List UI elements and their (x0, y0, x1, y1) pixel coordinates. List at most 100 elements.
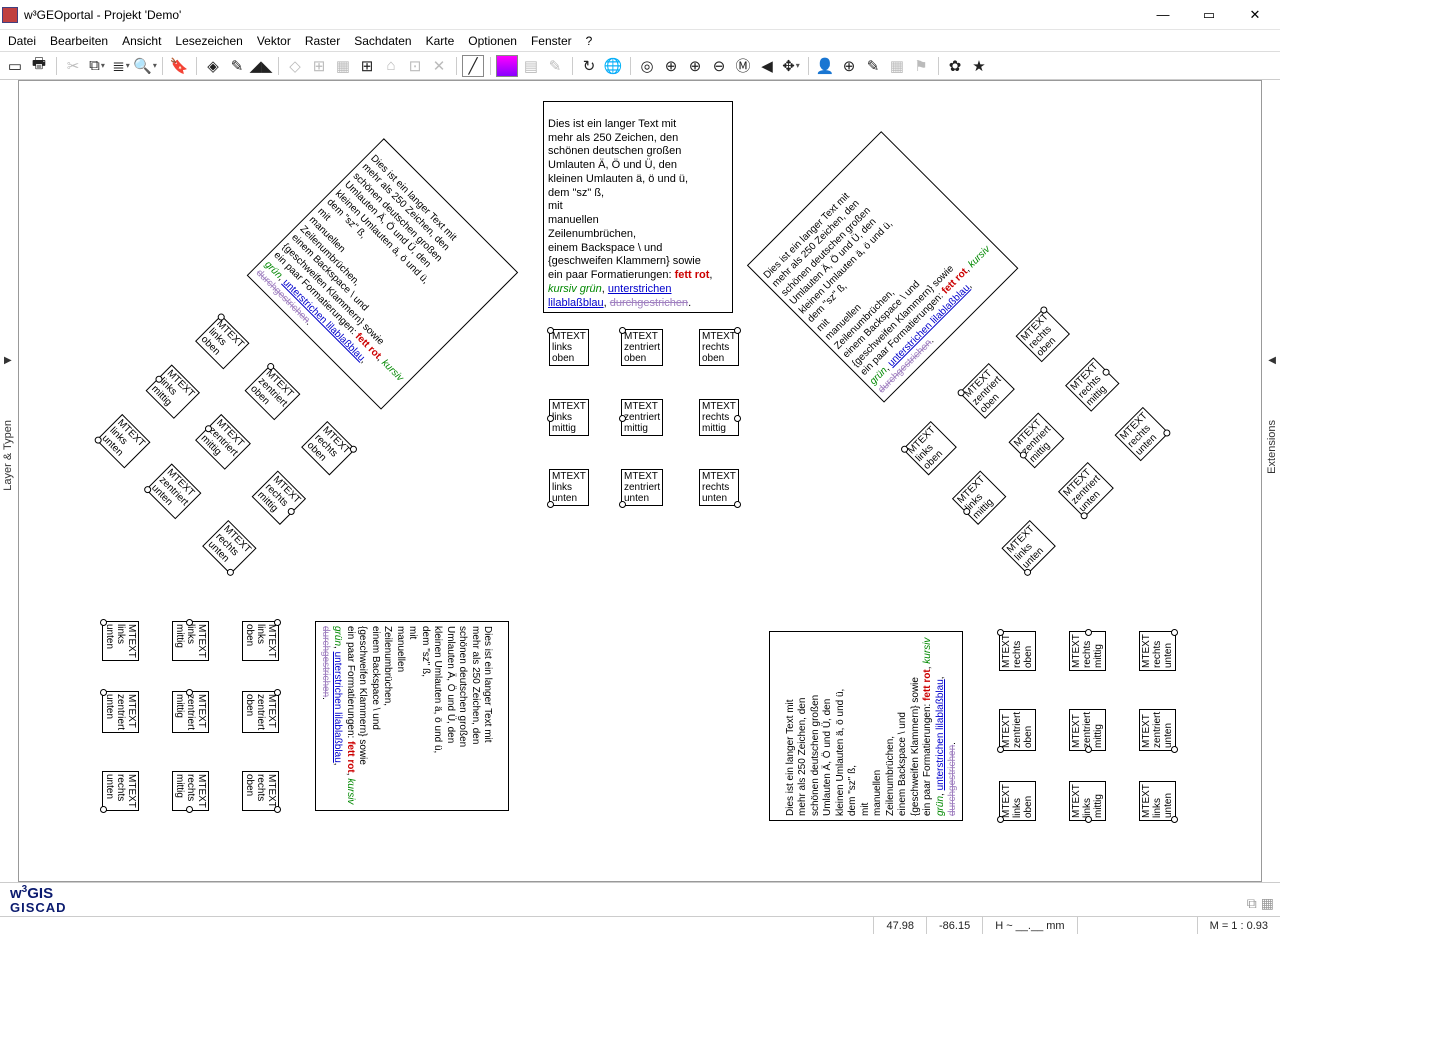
mtext-box[interactable]: MTEXT rechts mittig (172, 771, 209, 811)
menu-raster[interactable]: Raster (305, 34, 340, 48)
window-tile-icon[interactable]: ▦ (1261, 895, 1274, 912)
paragraph-0deg[interactable]: Dies ist ein langer Text mit mehr als 25… (543, 101, 733, 313)
menu-ansicht[interactable]: Ansicht (122, 34, 161, 48)
person-icon[interactable]: 👤 (814, 55, 836, 77)
panel-layer-typen[interactable]: Layer & Typen (2, 420, 14, 491)
mtext-box[interactable]: MTEXT links oben (902, 421, 956, 475)
star-icon[interactable]: ★ (968, 55, 990, 77)
target-icon[interactable]: ◎ (636, 55, 658, 77)
mtext-box[interactable]: MTEXT rechts oben (242, 771, 279, 811)
layers-icon[interactable]: ◈ (202, 55, 224, 77)
m-icon[interactable]: Ⓜ (732, 55, 754, 77)
mtext-box[interactable]: MTEXT links unten (1001, 520, 1055, 574)
tool2-icon[interactable]: ⊞ (308, 55, 330, 77)
menu-lesezeichen[interactable]: Lesezeichen (175, 34, 242, 48)
edit-icon[interactable]: ✎ (226, 55, 248, 77)
mtext-zentriert-unten[interactable]: MTEXT zentriert unten (621, 469, 663, 506)
mtext-links-mittig[interactable]: MTEXT links mittig (549, 399, 589, 436)
refresh-icon[interactable]: ↻ (578, 55, 600, 77)
compass-icon[interactable]: ⊕ (838, 55, 860, 77)
mtext-box[interactable]: MTEXT links unten (96, 414, 150, 468)
mtext-box[interactable]: MTEXT zentriert oben (959, 363, 1015, 419)
flag-icon[interactable]: ⚑ (910, 55, 932, 77)
mtext-box[interactable]: MTEXT rechts unten (1139, 631, 1176, 671)
mtext-box[interactable]: MTEXT links mittig (146, 364, 200, 418)
mtext-box[interactable]: MTEXT zentriert unten (1058, 462, 1114, 518)
mtext-box[interactable]: MTEXT zentriert oben (242, 691, 279, 733)
menu-datei[interactable]: Datei (8, 34, 36, 48)
tool5-icon[interactable]: ✕ (428, 55, 450, 77)
mtext-box[interactable]: MTEXT links unten (102, 621, 139, 661)
paragraph-45deg-left[interactable]: Dies ist ein langer Text mit mehr als 25… (247, 138, 518, 409)
mtext-box[interactable]: MTEXT zentriert unten (1139, 709, 1176, 751)
maximize-button[interactable]: ▭ (1186, 0, 1232, 30)
hatch-icon[interactable]: ▤ (520, 55, 542, 77)
mtext-box[interactable]: MTEXT zentriert mittig (1069, 709, 1106, 751)
menu-vektor[interactable]: Vektor (257, 34, 291, 48)
mtext-box[interactable]: MTEXT zentriert unten (102, 691, 139, 733)
grid-icon[interactable]: ⊞ (356, 55, 378, 77)
left-icon[interactable]: ◀ (756, 55, 778, 77)
search-icon[interactable]: 🔍▾ (134, 55, 156, 77)
minimize-button[interactable]: — (1140, 0, 1186, 30)
menu-karte[interactable]: Karte (426, 34, 455, 48)
mtext-zentriert-oben[interactable]: MTEXT zentriert oben (621, 329, 663, 366)
globe-icon[interactable]: 🌐 (602, 55, 624, 77)
minus-icon[interactable]: ⊖ (708, 55, 730, 77)
plus-icon[interactable]: ⊕ (684, 55, 706, 77)
settings-icon[interactable]: ✿ (944, 55, 966, 77)
menu-optionen[interactable]: Optionen (468, 34, 517, 48)
color-icon[interactable] (496, 55, 518, 77)
menu-sachdaten[interactable]: Sachdaten (354, 34, 411, 48)
mtext-box[interactable]: MTEXT rechts unten (202, 520, 256, 574)
mtext-box[interactable]: MTEXT links mittig (172, 621, 209, 661)
terrain-icon[interactable]: ◢◣ (250, 55, 272, 77)
mtext-box[interactable]: MTEXT links unten (1139, 781, 1176, 821)
brush-icon[interactable]: ✎ (544, 55, 566, 77)
mtext-box[interactable]: MTEXT links mittig (1069, 781, 1106, 821)
new-icon[interactable]: ▭ (4, 55, 26, 77)
paragraph-45deg-right[interactable]: Dies ist ein langer Text mit mehr als 25… (747, 131, 1018, 402)
copy-icon[interactable]: ⧉▾ (86, 55, 108, 77)
window-split-icon[interactable]: ⧉ (1247, 895, 1257, 912)
mtext-box[interactable]: MTEXT rechts unten (102, 771, 139, 811)
panel-extensions[interactable]: Extensions (1266, 420, 1278, 474)
bookmark-icon[interactable]: 🔖 (168, 55, 190, 77)
expand-right-icon[interactable]: ◀ (1268, 355, 1276, 366)
menu-bearbeiten[interactable]: Bearbeiten (50, 34, 108, 48)
mtext-rechts-oben[interactable]: MTEXT rechts oben (699, 329, 739, 366)
mtext-box[interactable]: MTEXT rechts mittig (252, 470, 306, 524)
mtext-box[interactable]: MTEXT zentriert mittig (172, 691, 209, 733)
home-icon[interactable]: ⌂ (380, 55, 402, 77)
close-button[interactable]: ✕ (1232, 0, 1278, 30)
tool4-icon[interactable]: ⊡ (404, 55, 426, 77)
cut-icon[interactable]: ✂ (62, 55, 84, 77)
mtext-box[interactable]: MTEXT rechts mittig (1069, 631, 1106, 671)
mtext-links-unten[interactable]: MTEXT links unten (549, 469, 589, 506)
mtext-zentriert-mittig[interactable]: MTEXT zentriert mittig (621, 399, 663, 436)
menu-help[interactable]: ? (586, 34, 593, 48)
pen2-icon[interactable]: ✎ (862, 55, 884, 77)
paragraph-90deg-left[interactable]: Dies ist ein langer Text mit mehr als 25… (316, 621, 510, 811)
mtext-box[interactable]: MTEXT zentriert oben (245, 364, 301, 420)
mtext-box[interactable]: MTEXT zentriert mittig (1008, 412, 1064, 468)
expand-left-icon[interactable]: ▶ (4, 355, 12, 366)
mtext-box[interactable]: MTEXT rechts unten (1115, 407, 1169, 461)
pan-icon[interactable]: ✥▾ (780, 55, 802, 77)
paragraph-90deg-right[interactable]: Dies ist ein langer Text mit mehr als 25… (769, 631, 963, 821)
tool1-icon[interactable]: ◇ (284, 55, 306, 77)
mtext-box[interactable]: MTEXT links oben (999, 781, 1036, 821)
mtext-links-oben[interactable]: MTEXT links oben (549, 329, 589, 366)
mtext-box[interactable]: MTEXT rechts oben (301, 421, 355, 475)
table-icon[interactable]: ▦ (886, 55, 908, 77)
print-icon[interactable]: 🖶 (28, 55, 50, 77)
mtext-rechts-unten[interactable]: MTEXT rechts unten (699, 469, 739, 506)
mtext-box[interactable]: MTEXT links oben (242, 621, 279, 661)
mtext-box[interactable]: MTEXT zentriert oben (999, 709, 1036, 751)
mtext-box[interactable]: MTEXT rechts oben (999, 631, 1036, 671)
mtext-box[interactable]: MTEXT rechts oben (1016, 308, 1070, 362)
mtext-box[interactable]: MTEXT rechts mittig (1065, 357, 1119, 411)
canvas-viewport[interactable]: Dies ist ein langer Text mit mehr als 25… (18, 80, 1262, 882)
tool3-icon[interactable]: ▦ (332, 55, 354, 77)
menu-fenster[interactable]: Fenster (531, 34, 572, 48)
